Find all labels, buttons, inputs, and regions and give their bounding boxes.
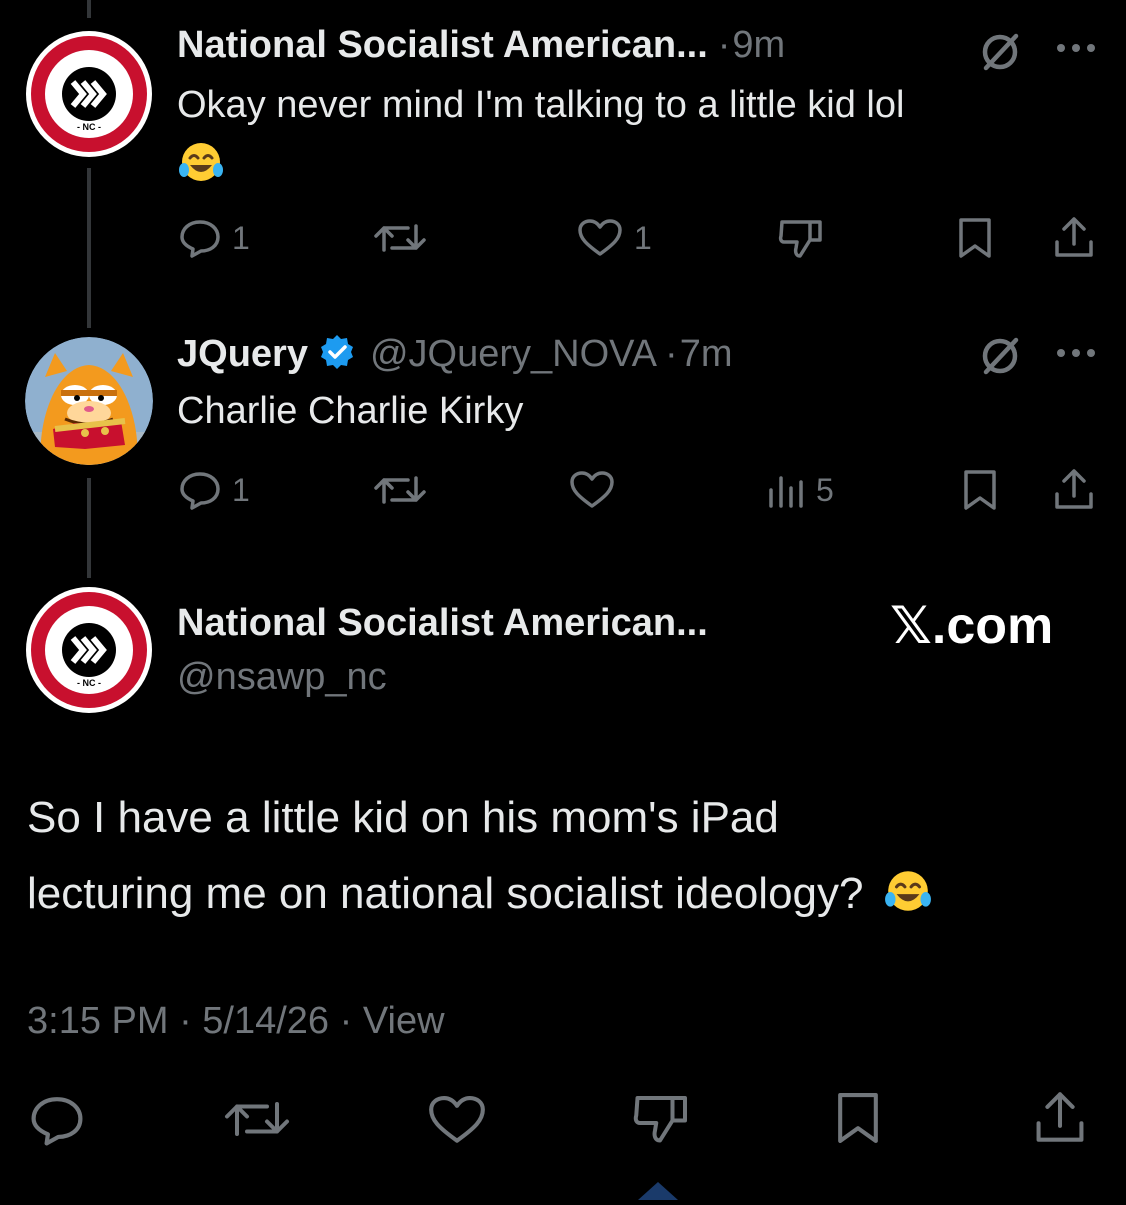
repost-button[interactable] xyxy=(372,472,428,508)
post-text-line-1: So I have a little kid on his mom's iPad xyxy=(27,793,779,842)
repost-icon xyxy=(225,1102,289,1136)
reply-button[interactable]: 1 xyxy=(178,218,250,258)
share-button[interactable] xyxy=(1052,214,1096,265)
repost-icon xyxy=(374,224,426,252)
dislike-button[interactable] xyxy=(776,216,824,260)
reply-icon xyxy=(180,472,220,510)
thread-line-1 xyxy=(87,168,91,328)
views-button[interactable]: 5 xyxy=(766,470,834,510)
reply-button[interactable] xyxy=(28,1094,86,1151)
post-text: Okay never mind I'm talking to a little … xyxy=(177,84,905,126)
bookmark-icon xyxy=(959,218,991,258)
bookmark-icon xyxy=(964,470,996,510)
post-time[interactable]: 9m xyxy=(732,24,785,67)
scroll-indicator-icon[interactable] xyxy=(634,1180,682,1205)
nsawp-logo: - NC - xyxy=(26,587,152,713)
views-icon xyxy=(769,476,803,508)
like-button[interactable] xyxy=(426,1094,488,1151)
thumbs-down-icon xyxy=(633,1096,687,1143)
verified-badge-icon xyxy=(318,333,356,376)
author-handle[interactable]: @JQuery_NOVA xyxy=(370,333,657,376)
reply-count: 1 xyxy=(232,471,250,508)
like-button[interactable]: 1 xyxy=(576,218,652,258)
grok-icon[interactable] xyxy=(978,30,1022,79)
share-button[interactable] xyxy=(1052,466,1096,517)
heart-icon xyxy=(578,219,622,256)
post-text-line-2: lecturing me on national socialist ideol… xyxy=(27,868,864,918)
thread-line-2 xyxy=(87,478,91,578)
reply-button[interactable]: 1 xyxy=(178,470,250,510)
x-com-watermark: 𝕏.com xyxy=(890,597,1054,655)
views-count: 5 xyxy=(816,471,834,508)
separator: · xyxy=(717,24,731,66)
garfield-avatar xyxy=(25,337,153,465)
author-handle[interactable]: @nsawp_nc xyxy=(177,656,387,699)
bookmark-button[interactable] xyxy=(955,216,995,265)
more-options-icon[interactable] xyxy=(1054,40,1098,61)
author-name[interactable]: National Socialist American... xyxy=(177,602,708,645)
separator: · xyxy=(665,333,678,375)
repost-button[interactable] xyxy=(222,1096,292,1147)
laughing-tears-emoji xyxy=(880,866,936,921)
nsawp-logo: - NC - xyxy=(26,31,152,157)
share-icon xyxy=(1055,217,1093,257)
bookmark-button[interactable] xyxy=(832,1090,884,1151)
share-icon xyxy=(1055,469,1093,509)
thread-line-top xyxy=(87,0,91,18)
author-name[interactable]: JQuery xyxy=(177,333,308,376)
avatar[interactable]: - NC - xyxy=(25,586,153,714)
like-count: 1 xyxy=(634,219,652,256)
post-timestamp[interactable]: 3:15 PM · 5/14/26 · View xyxy=(27,1000,445,1043)
like-button[interactable] xyxy=(568,470,616,510)
grok-icon[interactable] xyxy=(978,334,1022,383)
svg-text:- NC -: - NC - xyxy=(77,678,101,688)
avatar[interactable]: - NC - xyxy=(25,30,153,158)
dislike-button[interactable] xyxy=(630,1090,690,1151)
author-name[interactable]: National Socialist American... xyxy=(177,24,708,67)
reply-count: 1 xyxy=(232,219,250,256)
thumbs-down-icon xyxy=(778,220,822,258)
reply-icon xyxy=(180,220,220,258)
share-button[interactable] xyxy=(1032,1088,1088,1151)
avatar[interactable] xyxy=(25,337,153,465)
heart-icon xyxy=(429,1095,485,1143)
repost-button[interactable] xyxy=(372,220,428,256)
post-text: Charlie Charlie Kirky xyxy=(177,390,524,432)
laughing-tears-emoji xyxy=(177,138,225,191)
svg-text:- NC -: - NC - xyxy=(77,122,101,132)
repost-icon xyxy=(374,476,426,504)
more-options-icon[interactable] xyxy=(1054,345,1098,366)
bookmark-icon xyxy=(838,1093,878,1143)
reply-icon xyxy=(31,1097,83,1146)
heart-icon xyxy=(570,471,614,508)
bookmark-button[interactable] xyxy=(960,468,1000,517)
share-icon xyxy=(1036,1092,1084,1142)
post-time[interactable]: 7m xyxy=(680,333,733,376)
